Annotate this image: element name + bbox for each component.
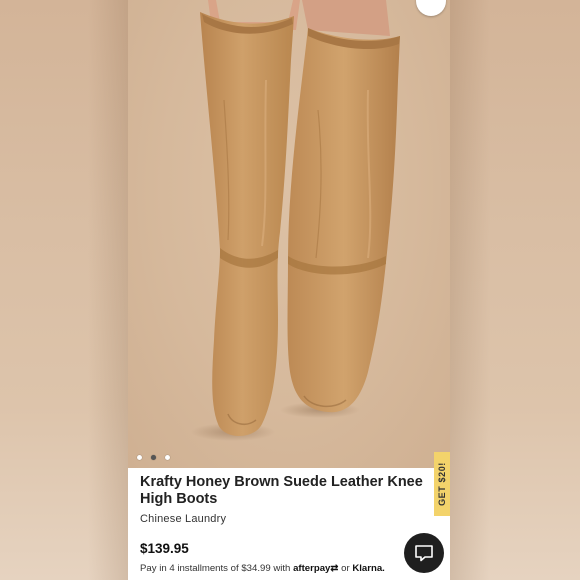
installment-message: Pay in 4 installments of $34.99 with aft… [140, 563, 385, 574]
pagination-dot-2[interactable] [151, 455, 156, 460]
product-screen: Krafty Honey Brown Suede Leather Knee Hi… [128, 0, 450, 580]
chat-icon [415, 545, 433, 562]
promo-label: GET $20! [437, 462, 448, 506]
backdrop-shadow-right [450, 0, 490, 580]
product-image[interactable] [128, 0, 450, 468]
afterpay-logo[interactable]: afterpay⇄ [293, 563, 338, 574]
product-designer[interactable]: Chinese Laundry [140, 513, 226, 525]
installment-or: or [341, 563, 350, 574]
pagination-dot-1[interactable] [137, 455, 142, 460]
afterpay-label: afterpay [293, 563, 331, 574]
backdrop-shadow-left [88, 0, 128, 580]
promo-tab[interactable]: GET $20! [434, 452, 450, 516]
product-price: $139.95 [140, 541, 189, 556]
klarna-logo[interactable]: Klarna. [352, 563, 385, 574]
product-info: Krafty Honey Brown Suede Leather Knee Hi… [128, 468, 450, 580]
product-title: Krafty Honey Brown Suede Leather Knee Hi… [140, 474, 423, 507]
chat-button[interactable] [404, 533, 444, 573]
boots-illustration [191, 0, 400, 441]
installment-text: Pay in 4 installments of $34.99 with [140, 563, 291, 574]
pagination-dot-3[interactable] [165, 455, 170, 460]
afterpay-arrows-icon: ⇄ [330, 563, 339, 574]
image-pagination [137, 455, 170, 460]
